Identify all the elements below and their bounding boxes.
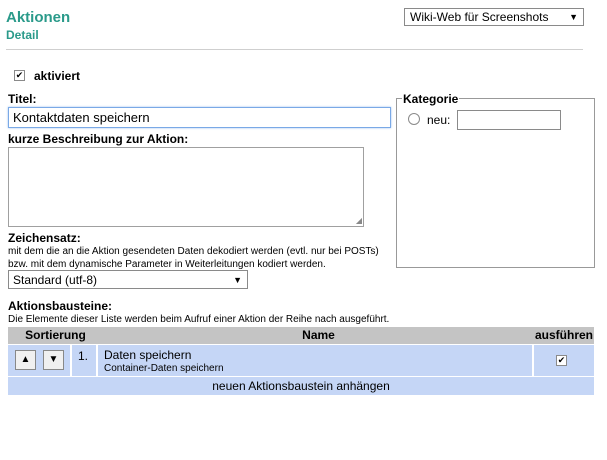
- description-label: kurze Beschreibung zur Aktion:: [8, 132, 189, 146]
- column-header-execute: ausführen: [534, 328, 593, 342]
- column-header-sort: Sortierung: [25, 328, 86, 342]
- page-subtitle: Detail: [6, 28, 39, 42]
- title-label: Titel:: [8, 92, 37, 106]
- column-separator: [96, 345, 98, 376]
- blocks-label: Aktionsbausteine:: [8, 299, 113, 313]
- description-textarea[interactable]: ◢: [8, 147, 364, 227]
- column-header-name: Name: [302, 328, 335, 342]
- move-up-button[interactable]: ▲: [15, 350, 36, 370]
- header-divider: [6, 49, 583, 50]
- activated-label: aktiviert: [34, 69, 81, 83]
- move-down-button[interactable]: ▼: [43, 350, 64, 370]
- charset-select-value: Standard (utf-8): [13, 273, 98, 287]
- new-category-radio[interactable]: [408, 113, 420, 125]
- chevron-down-icon: ▼: [569, 12, 578, 22]
- chevron-down-icon: ▼: [233, 275, 242, 285]
- charset-help: mit dem die an die Aktion gesendeten Dat…: [8, 246, 379, 270]
- activated-checkbox[interactable]: ✔: [14, 70, 25, 81]
- table-header: Sortierung Name ausführen: [8, 327, 594, 344]
- blocks-help: Die Elemente dieser Liste werden beim Au…: [8, 314, 390, 325]
- execute-checkbox[interactable]: ✔: [556, 355, 567, 366]
- block-name[interactable]: Daten speichern: [104, 348, 191, 362]
- new-category-label: neu:: [427, 113, 451, 127]
- title-input[interactable]: Kontaktdaten speichern: [8, 107, 391, 128]
- resize-handle-icon[interactable]: ◢: [356, 216, 362, 225]
- site-select[interactable]: Wiki-Web für Screenshots ▼: [404, 8, 584, 26]
- new-category-input[interactable]: [457, 110, 561, 130]
- charset-label: Zeichensatz:: [8, 231, 81, 245]
- column-separator: [70, 345, 72, 376]
- column-separator: [532, 345, 534, 376]
- append-block-button[interactable]: neuen Aktionsbaustein anhängen: [8, 377, 594, 395]
- table-row: ▲ ▼ 1. Daten speichern Container-Daten s…: [8, 345, 594, 376]
- charset-select[interactable]: Standard (utf-8) ▼: [8, 270, 248, 289]
- page-title: Aktionen: [6, 9, 71, 26]
- row-index: 1.: [78, 349, 89, 363]
- site-select-value: Wiki-Web für Screenshots: [410, 10, 549, 24]
- block-detail: Container-Daten speichern: [104, 363, 224, 374]
- category-legend: Kategorie: [402, 92, 460, 106]
